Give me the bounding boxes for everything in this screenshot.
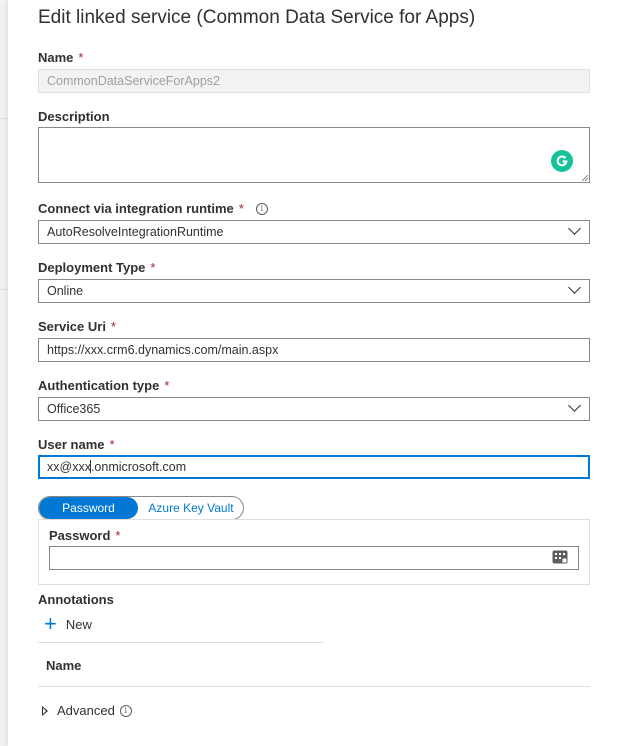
background-page-edge [0,0,8,746]
description-label: Description [38,109,110,124]
chevron-down-icon [568,222,581,235]
required-marker: * [238,201,244,216]
add-annotation-label: New [65,616,92,632]
annotations-name-column-header: Name [46,658,82,673]
keypad-icon[interactable] [552,550,568,564]
user-name-input[interactable]: xx@xxx.onmicrosoft.com [38,455,590,479]
required-marker: * [109,437,115,452]
password-source-toggle: Password Azure Key Vault [38,496,244,520]
description-label-text: Description [38,109,110,124]
integration-runtime-label-text: Connect via integration runtime [38,201,234,216]
service-uri-label-text: Service Uri [38,319,106,334]
user-name-value: xx@xxx.onmicrosoft.com [47,460,186,474]
required-marker: * [115,528,121,543]
required-marker: * [78,50,84,65]
grammarly-glyph [556,155,568,167]
deployment-type-value: Online [47,284,84,298]
deployment-type-select[interactable]: Online [38,279,590,303]
name-value: CommonDataServiceForApps2 [47,74,220,88]
chevron-down-icon [568,281,581,294]
panel-title: Edit linked service (Common Data Service… [38,7,476,28]
service-uri-label: Service Uri * [38,319,116,334]
grammarly-icon[interactable] [551,150,573,172]
deployment-type-label-text: Deployment Type [38,260,146,275]
annotations-label: Annotations [38,592,114,607]
auth-type-label: Authentication type * [38,378,169,393]
info-icon[interactable]: i [119,704,132,717]
required-marker: * [150,260,156,275]
advanced-label: Advanced [57,703,115,718]
integration-runtime-select[interactable]: AutoResolveIntegrationRuntime [38,220,590,244]
annotations-divider [38,642,324,643]
required-marker: * [110,319,116,334]
user-name-value-end: .onmicrosoft.com [90,460,187,474]
expand-triangle-icon [42,705,48,716]
password-input[interactable] [49,546,579,570]
auth-type-value: Office365 [47,402,101,416]
auth-type-label-text: Authentication type [38,378,160,393]
service-uri-value: https://xxx.crm6.dynamics.com/main.aspx [47,343,279,357]
name-input: CommonDataServiceForApps2 [38,69,590,93]
resize-grip-icon[interactable] [582,175,588,181]
user-name-label-text: User name [38,437,105,452]
user-name-label: User name * [38,437,115,452]
name-label-text: Name [38,50,74,65]
chevron-down-icon [568,399,581,412]
advanced-expander[interactable]: Advanced i [42,703,132,718]
plus-icon: + [44,611,57,636]
description-textarea[interactable] [38,127,590,183]
password-label-text: Password [49,528,111,543]
annotations-label-text: Annotations [38,592,114,607]
background-divider [0,289,8,290]
toggle-password[interactable]: Password [39,497,138,519]
edit-linked-service-panel: Edit linked service (Common Data Service… [8,0,638,746]
info-icon[interactable]: i [255,202,268,215]
password-label: Password * [49,528,120,543]
required-marker: * [164,378,170,393]
name-label: Name * [38,50,83,65]
password-section: Password * [38,519,590,585]
add-annotation-button[interactable]: + New [44,611,92,636]
service-uri-input[interactable]: https://xxx.crm6.dynamics.com/main.aspx [38,338,590,362]
background-divider [0,118,8,119]
annotations-table-divider [38,686,590,687]
toggle-azure-key-vault[interactable]: Azure Key Vault [139,497,243,519]
integration-runtime-label: Connect via integration runtime * i [38,201,268,216]
deployment-type-label: Deployment Type * [38,260,155,275]
integration-runtime-value: AutoResolveIntegrationRuntime [47,225,224,239]
user-name-value-start: xx@xxx [47,460,91,474]
auth-type-select[interactable]: Office365 [38,397,590,421]
